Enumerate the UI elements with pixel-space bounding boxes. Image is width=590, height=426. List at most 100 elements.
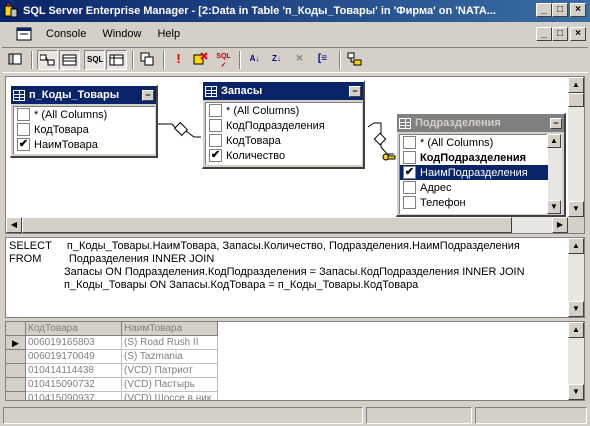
grid-cell[interactable]: 006019170049: [26, 350, 122, 364]
column-row[interactable]: * (All Columns): [14, 107, 155, 122]
group-by-button[interactable]: [≡: [313, 50, 334, 70]
minimize-button[interactable]: _: [536, 3, 552, 17]
cancel-query-button[interactable]: [191, 50, 212, 70]
menu-window[interactable]: Window: [94, 28, 149, 40]
close-button[interactable]: ×: [570, 3, 586, 17]
column-row[interactable]: Телефон: [400, 195, 549, 210]
scroll-thumb[interactable]: [568, 93, 584, 107]
title-bar[interactable]: SQL Server Enterprise Manager - [2:Data …: [0, 0, 590, 22]
column-row[interactable]: КодПодразделения: [400, 150, 549, 165]
menu-help[interactable]: Help: [149, 28, 188, 40]
grid-cell[interactable]: 010415090937: [26, 392, 122, 400]
column-checkbox[interactable]: [209, 104, 222, 117]
scroll-down-arrow-icon[interactable]: ▼: [547, 200, 561, 214]
minimize-table-button[interactable]: −: [142, 89, 154, 101]
grid-cell[interactable]: (VCD) Патриот: [122, 364, 218, 378]
add-table-button[interactable]: [345, 50, 366, 70]
status-panel: [366, 407, 472, 424]
scroll-up-arrow-icon[interactable]: ▲: [568, 77, 584, 93]
grid-cell[interactable]: 010414114438: [26, 364, 122, 378]
column-checkbox[interactable]: [403, 196, 416, 209]
group-by-icon: [≡: [317, 53, 328, 64]
scroll-down-arrow-icon[interactable]: ▼: [568, 201, 584, 217]
run-button[interactable]: !: [169, 50, 190, 70]
grid-cell[interactable]: (S) Road Rush II: [122, 336, 218, 350]
grid-cell[interactable]: 010415090732: [26, 378, 122, 392]
column-row[interactable]: ✔ Количество: [206, 148, 362, 163]
sort-descending-icon: Z↓: [272, 54, 281, 63]
scroll-down-arrow-icon[interactable]: ▼: [568, 384, 584, 400]
grid-cell[interactable]: (VCD) Шоссе в ник: [122, 392, 218, 400]
show-results-pane-button[interactable]: [106, 50, 127, 70]
child-close-button[interactable]: ×: [570, 27, 586, 41]
table-header[interactable]: Подразделения −: [397, 114, 564, 132]
column-checkbox[interactable]: [403, 151, 416, 164]
scroll-up-arrow-icon[interactable]: ▲: [547, 134, 561, 148]
document-window-icon[interactable]: [16, 25, 34, 43]
minimize-table-button[interactable]: −: [349, 85, 361, 97]
sort-ascending-button[interactable]: A↓: [245, 50, 266, 70]
column-checkbox[interactable]: [403, 136, 416, 149]
scroll-thumb[interactable]: [22, 217, 512, 233]
column-checkbox[interactable]: ✔: [403, 166, 416, 179]
table-header[interactable]: п_Коды_Товары −: [11, 86, 156, 104]
row-header[interactable]: [6, 378, 26, 392]
row-header[interactable]: [6, 364, 26, 378]
diagram-pane[interactable]: п_Коды_Товары − * (All Columns) КодТовар…: [5, 76, 585, 234]
column-checkbox[interactable]: ✔: [209, 149, 222, 162]
table-header[interactable]: Запасы −: [203, 82, 363, 100]
column-checkbox[interactable]: ✔: [17, 138, 30, 151]
change-query-type-button[interactable]: [138, 50, 159, 70]
child-minimize-button[interactable]: _: [536, 27, 552, 41]
row-header[interactable]: ▶: [6, 336, 26, 350]
column-checkbox[interactable]: [209, 134, 222, 147]
sort-descending-button[interactable]: Z↓: [267, 50, 288, 70]
column-checkbox[interactable]: [17, 123, 30, 136]
grid-cell[interactable]: (VCD) Пастырь: [122, 378, 218, 392]
column-row[interactable]: * (All Columns): [206, 103, 362, 118]
column-row[interactable]: КодТовара: [206, 133, 362, 148]
table-scrollbar[interactable]: ▲ ▼: [547, 134, 562, 214]
scroll-left-arrow-icon[interactable]: ◀: [6, 217, 22, 233]
results-pane[interactable]: КодТовара НаимТовара ▶ 006019165803 (S) …: [5, 321, 585, 401]
scroll-right-arrow-icon[interactable]: ▶: [552, 217, 568, 233]
diagram-vertical-scrollbar[interactable]: ▲ ▼: [568, 77, 584, 217]
column-row-selected[interactable]: ✔ НаимПодразделения: [400, 165, 549, 180]
column-row[interactable]: ✔ НаимТовара: [14, 137, 155, 152]
column-header[interactable]: КодТовара: [26, 322, 122, 336]
grid-cell[interactable]: 006019165803: [26, 336, 122, 350]
minimize-table-button[interactable]: −: [550, 117, 562, 129]
maximize-button[interactable]: □: [552, 3, 568, 17]
table-box-zapasy[interactable]: Запасы − * (All Columns) КодПодразделени…: [202, 81, 365, 169]
show-sql-pane-button[interactable]: SQL: [84, 50, 105, 70]
show-diagram-pane-button[interactable]: [37, 50, 58, 70]
scroll-up-arrow-icon[interactable]: ▲: [568, 238, 584, 254]
column-row[interactable]: КодТовара: [14, 122, 155, 137]
verify-sql-button[interactable]: SQL ✓: [214, 50, 235, 70]
column-header[interactable]: НаимТовара: [122, 322, 218, 336]
table-box-podrazdeleniya[interactable]: Подразделения − * (All Columns) КодПодра…: [396, 113, 566, 217]
column-checkbox[interactable]: [209, 119, 222, 132]
row-header[interactable]: [6, 350, 26, 364]
show-grid-pane-button[interactable]: [59, 50, 80, 70]
column-row[interactable]: Адрес: [400, 180, 549, 195]
column-row[interactable]: КодПодразделения: [206, 118, 362, 133]
table-box-kody-tovary[interactable]: п_Коды_Товары − * (All Columns) КодТовар…: [10, 85, 158, 158]
scroll-down-arrow-icon[interactable]: ▼: [568, 301, 584, 317]
console-tree-button[interactable]: [6, 50, 27, 70]
diagram-horizontal-scrollbar[interactable]: ◀ ▶: [6, 217, 568, 233]
sql-vertical-scrollbar[interactable]: ▲ ▼: [568, 238, 584, 317]
column-checkbox[interactable]: [403, 181, 416, 194]
results-vertical-scrollbar[interactable]: ▲ ▼: [568, 322, 584, 400]
sql-pane[interactable]: SELECT п_Коды_Товары.НаимТовара, Запасы.…: [5, 237, 585, 318]
child-restore-button[interactable]: □: [552, 27, 568, 41]
row-header[interactable]: [6, 392, 26, 400]
add-table-icon: [347, 52, 362, 66]
table-icon: [13, 89, 25, 101]
scroll-up-arrow-icon[interactable]: ▲: [568, 322, 584, 338]
menu-console[interactable]: Console: [38, 28, 94, 40]
column-row[interactable]: * (All Columns): [400, 135, 549, 150]
column-checkbox[interactable]: [17, 108, 30, 121]
grid-cell[interactable]: (S) Tazmania: [122, 350, 218, 364]
remove-filter-button[interactable]: ⨯: [290, 50, 311, 70]
